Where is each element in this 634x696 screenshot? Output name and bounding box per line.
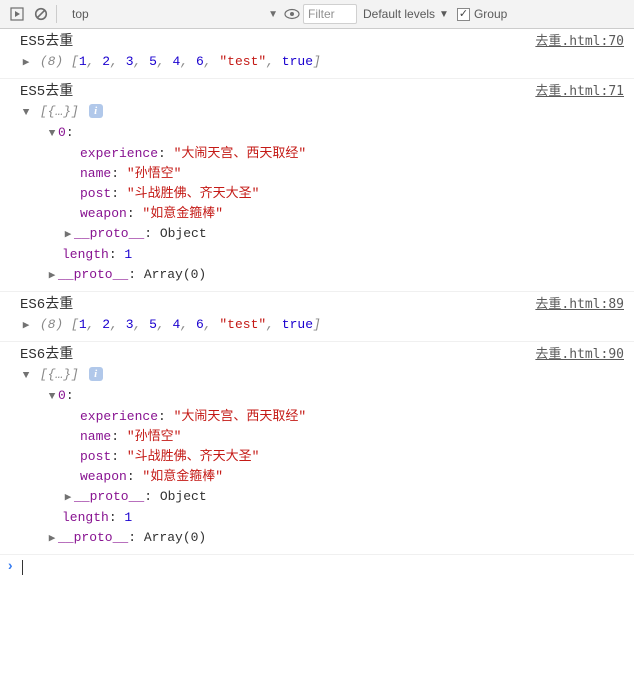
property-row: experience: "大闹天宫、西天取经": [80, 144, 628, 164]
info-badge-icon[interactable]: i: [89, 367, 103, 381]
checkbox-icon: ✓: [457, 8, 470, 21]
object-summary-row[interactable]: [{…}] i: [20, 365, 628, 386]
info-badge-icon[interactable]: i: [89, 104, 103, 118]
source-link[interactable]: 去重.html:90: [535, 345, 624, 365]
group-similar-checkbox[interactable]: ✓ Group: [457, 7, 507, 21]
expand-icon[interactable]: [46, 266, 58, 286]
expand-icon[interactable]: [62, 488, 74, 508]
source-link[interactable]: 去重.html:89: [535, 295, 624, 315]
collapse-icon[interactable]: [46, 124, 58, 144]
object-summary: [{…}]: [40, 104, 79, 119]
array-index-row[interactable]: 0:: [46, 123, 628, 144]
object-summary-row[interactable]: [{…}] i: [20, 102, 628, 123]
console-toolbar: top ▼ Filter Default levels ▼ ✓ Group: [0, 0, 634, 29]
filter-input[interactable]: Filter: [303, 4, 357, 24]
console-prompt[interactable]: ›: [0, 555, 634, 579]
property-row: experience: "大闹天宫、西天取经": [80, 407, 628, 427]
array-index-row[interactable]: 0:: [46, 386, 628, 407]
toolbar-divider: [56, 5, 57, 23]
log-entry: 去重.html:90 ES6去重 [{…}] i 0: experience: …: [0, 342, 634, 555]
property-row: name: "孙悟空": [80, 427, 628, 447]
text-caret: [22, 560, 23, 575]
prompt-chevron-icon: ›: [6, 559, 14, 575]
levels-label: Default levels: [363, 7, 435, 21]
length-row: length: 1: [62, 508, 628, 528]
property-row: weapon: "如意金箍棒": [80, 467, 628, 487]
group-label: Group: [474, 7, 507, 21]
context-selector[interactable]: top ▼: [63, 4, 283, 24]
execution-context-icon[interactable]: [6, 3, 28, 25]
collapse-icon[interactable]: [20, 366, 32, 386]
proto-row[interactable]: __proto__: Object: [62, 224, 628, 245]
expand-icon[interactable]: [20, 53, 32, 73]
log-levels-selector[interactable]: Default levels ▼: [363, 7, 449, 21]
property-row: post: "斗战胜佛、齐天大圣": [80, 184, 628, 204]
dropdown-icon: ▼: [439, 9, 449, 20]
property-row: name: "孙悟空": [80, 164, 628, 184]
proto-row[interactable]: __proto__: Object: [62, 487, 628, 508]
object-summary: [{…}]: [40, 367, 79, 382]
context-label: top: [72, 7, 89, 21]
array-preview-row[interactable]: (8) [1, 2, 3, 5, 4, 6, "test", true]: [20, 315, 628, 336]
log-entry: 去重.html:71 ES5去重 [{…}] i 0: experience: …: [0, 79, 634, 292]
length-row: length: 1: [62, 245, 628, 265]
array-length: (8): [40, 317, 63, 332]
property-row: weapon: "如意金箍棒": [80, 204, 628, 224]
property-row: post: "斗战胜佛、齐天大圣": [80, 447, 628, 467]
source-link[interactable]: 去重.html:71: [535, 82, 624, 102]
source-link[interactable]: 去重.html:70: [535, 32, 624, 52]
log-entry: 去重.html:89 ES6去重 (8) [1, 2, 3, 5, 4, 6, …: [0, 292, 634, 342]
collapse-icon[interactable]: [46, 387, 58, 407]
live-expression-icon[interactable]: [283, 8, 301, 20]
expand-icon[interactable]: [62, 225, 74, 245]
array-preview-row[interactable]: (8) [1, 2, 3, 5, 4, 6, "test", true]: [20, 52, 628, 73]
expand-icon[interactable]: [20, 316, 32, 336]
log-entry: 去重.html:70 ES5去重 (8) [1, 2, 3, 5, 4, 6, …: [0, 29, 634, 79]
proto-row[interactable]: __proto__: Array(0): [46, 528, 628, 549]
array-length: (8): [40, 54, 63, 69]
console-output: 去重.html:70 ES5去重 (8) [1, 2, 3, 5, 4, 6, …: [0, 29, 634, 579]
proto-row[interactable]: __proto__: Array(0): [46, 265, 628, 286]
filter-placeholder: Filter: [308, 7, 335, 21]
expand-icon[interactable]: [46, 529, 58, 549]
clear-console-icon[interactable]: [30, 3, 52, 25]
collapse-icon[interactable]: [20, 103, 32, 123]
dropdown-icon: ▼: [268, 9, 278, 20]
